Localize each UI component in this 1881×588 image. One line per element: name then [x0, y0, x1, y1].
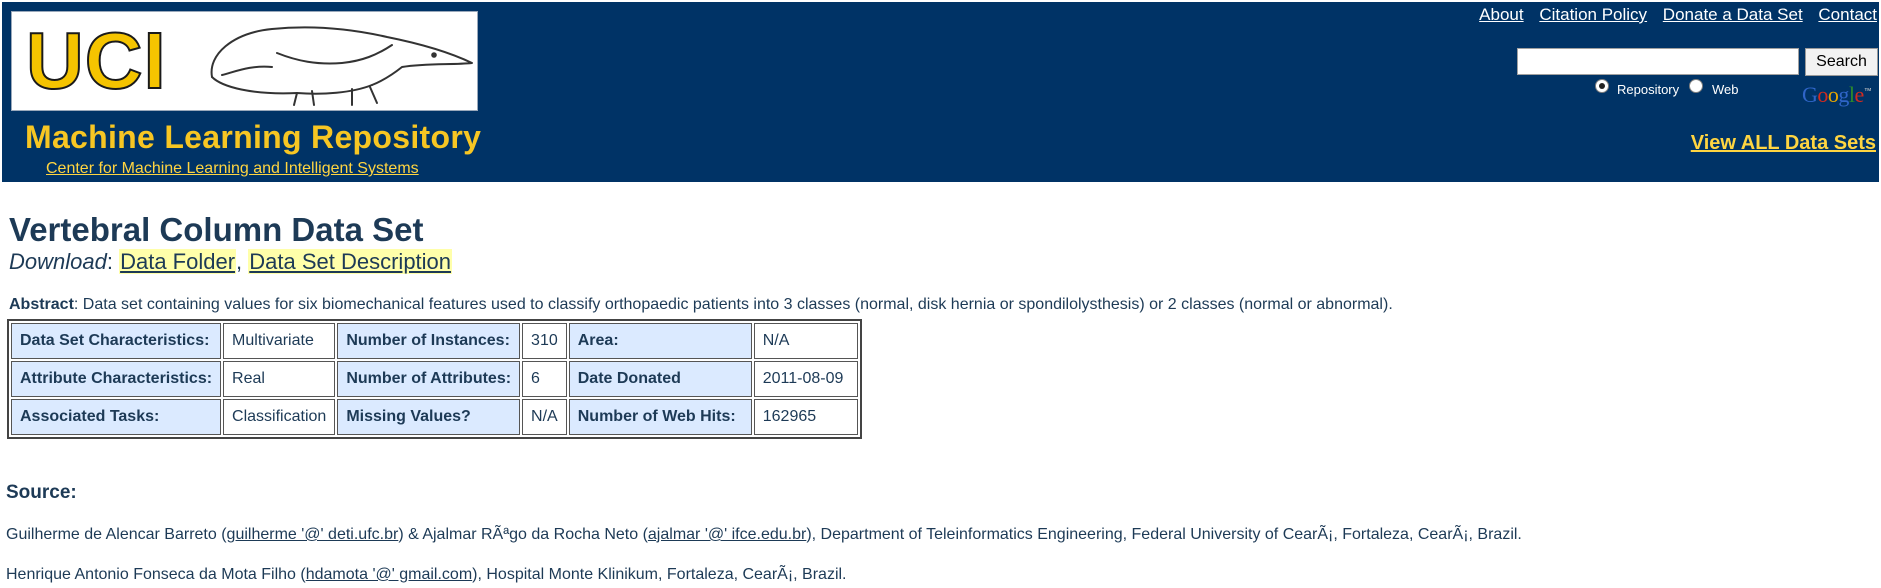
- info-value: N/A: [522, 399, 567, 435]
- about-link[interactable]: About: [1479, 5, 1523, 24]
- email-link[interactable]: guilherme '@' deti.ufc.br: [227, 526, 399, 543]
- table-row: Attribute Characteristics: Real Number o…: [11, 361, 858, 397]
- contact-link[interactable]: Contact: [1818, 5, 1877, 24]
- abstract-text: : Data set containing values for six bio…: [73, 296, 1393, 313]
- info-key: Attribute Characteristics:: [11, 361, 222, 397]
- top-nav: About Citation Policy Donate a Data Set …: [1468, 5, 1877, 25]
- search-button[interactable]: Search: [1805, 48, 1878, 76]
- view-all-datasets-link[interactable]: View ALL Data Sets: [1691, 132, 1876, 155]
- download-label: Download: [9, 249, 107, 274]
- radio-web-label: Web: [1712, 82, 1739, 97]
- info-key: Area:: [568, 323, 752, 359]
- abstract: Abstract: Data set containing values for…: [9, 296, 1393, 314]
- source-text: ), Hospital Monte Klinikum, Fortaleza, C…: [472, 566, 847, 583]
- info-value: 2011-08-09: [753, 361, 858, 397]
- info-key: Missing Values?: [337, 399, 521, 435]
- data-folder-link[interactable]: Data Folder: [119, 249, 237, 274]
- abstract-label: Abstract: [9, 296, 74, 313]
- source-heading: Source:: [6, 482, 77, 503]
- source-line-1: Guilherme de Alencar Barreto (guilherme …: [6, 526, 1522, 544]
- info-key: Number of Attributes:: [337, 361, 521, 397]
- info-key: Data Set Characteristics:: [11, 323, 222, 359]
- info-value: 162965: [753, 399, 858, 435]
- radio-repository-label: Repository: [1617, 82, 1680, 97]
- dataset-title: Vertebral Column Data Set: [9, 211, 424, 248]
- info-value: N/A: [753, 323, 858, 359]
- info-value: 6: [522, 361, 567, 397]
- uci-logo-text: UCI: [25, 15, 167, 106]
- info-value: 310: [522, 323, 567, 359]
- info-value: Multivariate: [223, 323, 336, 359]
- donate-link[interactable]: Donate a Data Set: [1663, 5, 1803, 24]
- dataset-info-table: Data Set Characteristics: Multivariate N…: [7, 319, 862, 439]
- email-link[interactable]: hdamota '@' gmail.com: [306, 566, 472, 583]
- table-row: Associated Tasks: Classification Missing…: [11, 399, 858, 435]
- info-key: Associated Tasks:: [11, 399, 222, 435]
- source-line-2: Henrique Antonio Fonseca da Mota Filho (…: [6, 566, 847, 584]
- citation-policy-link[interactable]: Citation Policy: [1539, 5, 1647, 24]
- cml-link[interactable]: Center for Machine Learning and Intellig…: [46, 160, 419, 178]
- source-text: ) & Ajalmar RÃªgo da Rocha Neto (: [398, 526, 648, 543]
- source-text: ), Department of Teleinformatics Enginee…: [806, 526, 1522, 543]
- download-row: Download: Data Folder, Data Set Descript…: [9, 249, 453, 274]
- info-value: Classification: [223, 399, 336, 435]
- data-set-description-link[interactable]: Data Set Description: [248, 249, 453, 274]
- repository-title: Machine Learning Repository: [25, 119, 482, 155]
- source-text: Henrique Antonio Fonseca da Mota Filho (: [6, 566, 306, 583]
- source-text: Guilherme de Alencar Barreto (: [6, 526, 227, 543]
- search-input[interactable]: [1517, 48, 1799, 75]
- uci-logo[interactable]: UCI: [11, 11, 478, 111]
- site-header: UCI Machine Learning Repository Center f…: [2, 2, 1879, 182]
- table-row: Data Set Characteristics: Multivariate N…: [11, 323, 858, 359]
- info-key: Number of Instances:: [337, 323, 521, 359]
- google-logo: Google™: [1802, 82, 1872, 107]
- info-key: Number of Web Hits:: [568, 399, 752, 435]
- email-link[interactable]: ajalmar '@' ifce.edu.br: [648, 526, 806, 543]
- info-value: Real: [223, 361, 336, 397]
- radio-web[interactable]: [1689, 79, 1703, 93]
- radio-repository[interactable]: [1595, 79, 1609, 93]
- info-key: Date Donated: [568, 361, 752, 397]
- anteater-icon: [210, 26, 473, 106]
